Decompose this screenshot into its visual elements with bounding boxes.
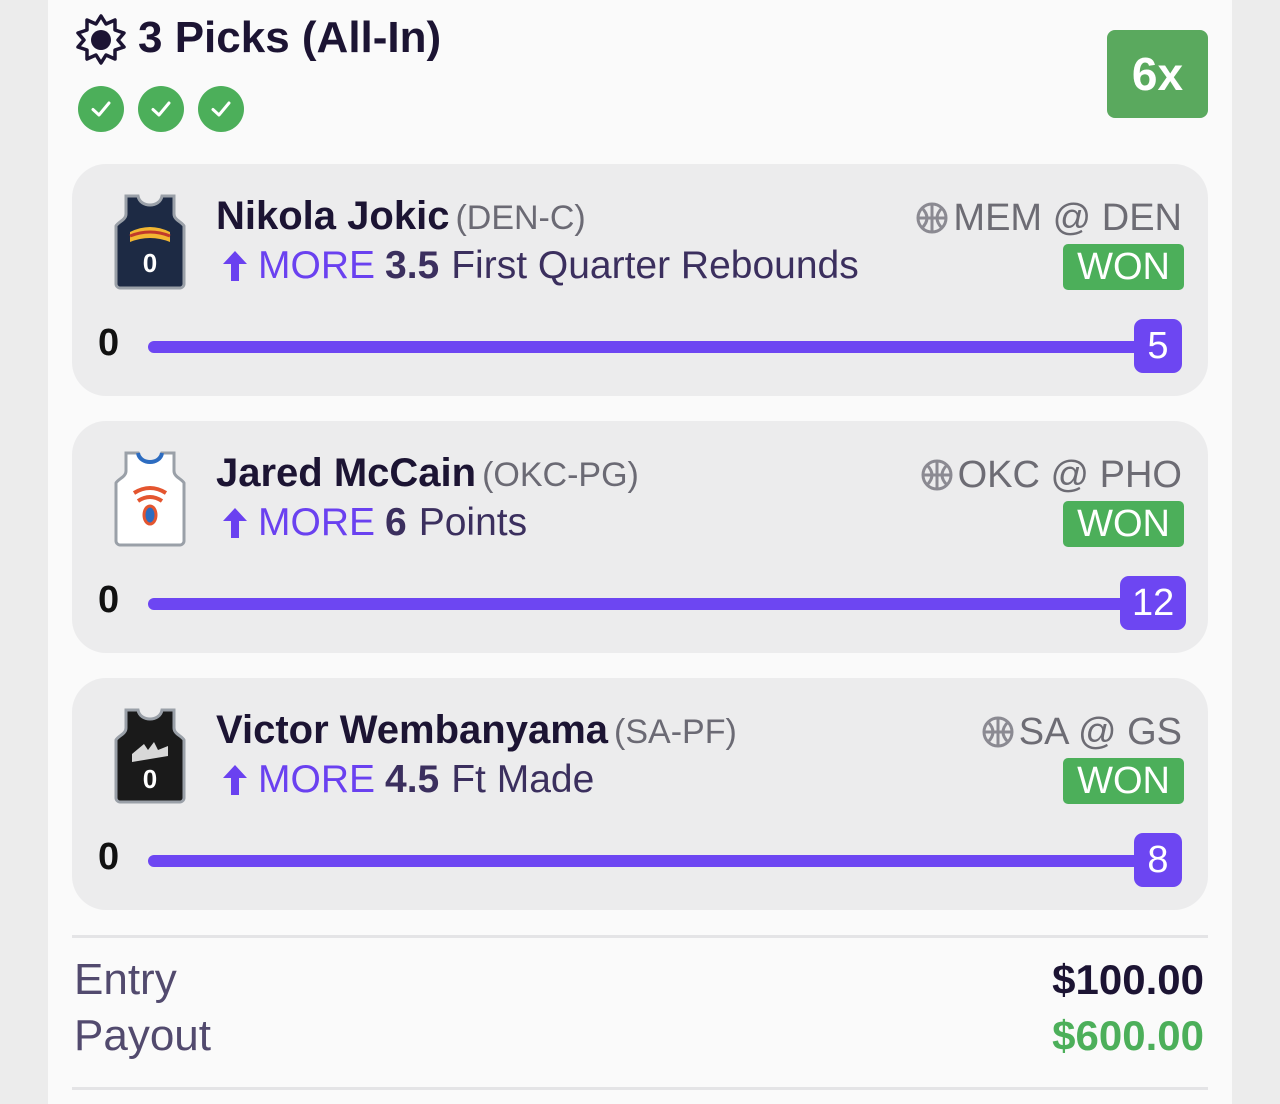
direction-label: MORE [258, 758, 375, 801]
page-title: 3 Picks (All-In) [138, 13, 442, 62]
player-name: Victor Wembanyama [216, 708, 609, 752]
player-name-row: Victor Wembanyama (SA-PF) [216, 704, 737, 758]
player-position: (DEN-C) [455, 199, 586, 237]
progress-bar [148, 855, 1158, 867]
projection-row: MORE 4.5 Ft Made [220, 754, 594, 806]
progress-min: 0 [98, 836, 120, 878]
jersey-icon: 0 [114, 194, 186, 290]
jersey-icon: 0 [114, 708, 186, 804]
player-position: (OKC-PG) [482, 456, 639, 494]
player-name-row: Nikola Jokic (DEN-C) [216, 190, 586, 244]
player-name: Nikola Jokic [216, 194, 450, 238]
stat-type: Points [418, 501, 528, 544]
arrow-up-icon [223, 508, 247, 538]
arrow-up-icon [223, 765, 247, 795]
jersey-icon [114, 451, 186, 547]
matchup-text: SA @ GS [1018, 711, 1182, 753]
stat-type: First Quarter Rebounds [451, 244, 859, 287]
direction-label: MORE [258, 501, 375, 544]
matchup-text: MEM @ DEN [953, 197, 1182, 239]
game-matchup: OKC @ PHO [920, 451, 1182, 499]
progress-value: 5 [1134, 319, 1182, 373]
player-position: (SA-PF) [614, 713, 737, 751]
line-value: 3.5 [385, 244, 440, 287]
status-badge: WON [1063, 758, 1184, 804]
divider [72, 935, 1208, 938]
svg-text:0: 0 [143, 248, 157, 278]
progress-value: 8 [1134, 833, 1182, 887]
payout-label: Payout [74, 1011, 211, 1060]
projection-row: MORE 3.5 First Quarter Rebounds [220, 240, 859, 292]
check-icon [138, 86, 184, 132]
divider [72, 1087, 1208, 1090]
status-badge: WON [1063, 501, 1184, 547]
pick-card[interactable]: 0 Nikola Jokic (DEN-C) MORE 3.5 First Qua… [72, 164, 1208, 396]
game-matchup: SA @ GS [981, 708, 1182, 756]
entry-value: $100.00 [1052, 956, 1204, 1003]
payout-multiplier-badge: 6x [1107, 30, 1208, 118]
basketball-icon [916, 202, 948, 234]
line-value: 4.5 [385, 758, 440, 801]
status-badge: WON [1063, 244, 1184, 290]
basketball-icon [921, 459, 953, 491]
player-name-row: Jared McCain (OKC-PG) [216, 447, 639, 501]
projection-row: MORE 6 Points [220, 497, 527, 549]
pick-status-checks [78, 86, 244, 132]
payout-value: $600.00 [1052, 1012, 1204, 1059]
player-name: Jared McCain [216, 451, 477, 495]
pick-card[interactable]: Jared McCain (OKC-PG) MORE 6 Points OKC @… [72, 421, 1208, 653]
stat-type: Ft Made [451, 758, 595, 801]
progress-bar [148, 341, 1158, 353]
entry-label: Entry [74, 955, 177, 1004]
check-icon [78, 86, 124, 132]
pick-card[interactable]: 0 Victor Wembanyama (SA-PF) MORE 4.5 Ft M… [72, 678, 1208, 910]
progress-min: 0 [98, 322, 120, 364]
line-value: 6 [385, 501, 407, 544]
direction-label: MORE [258, 244, 375, 287]
progress-min: 0 [98, 579, 120, 621]
gear-sun-icon [76, 14, 126, 65]
progress-value: 12 [1120, 576, 1187, 630]
basketball-icon [982, 716, 1014, 748]
game-matchup: MEM @ DEN [915, 194, 1182, 242]
progress-bar [148, 598, 1144, 610]
arrow-up-icon [223, 251, 247, 281]
matchup-text: OKC @ PHO [957, 454, 1182, 496]
svg-text:0: 0 [143, 764, 157, 794]
check-icon [198, 86, 244, 132]
